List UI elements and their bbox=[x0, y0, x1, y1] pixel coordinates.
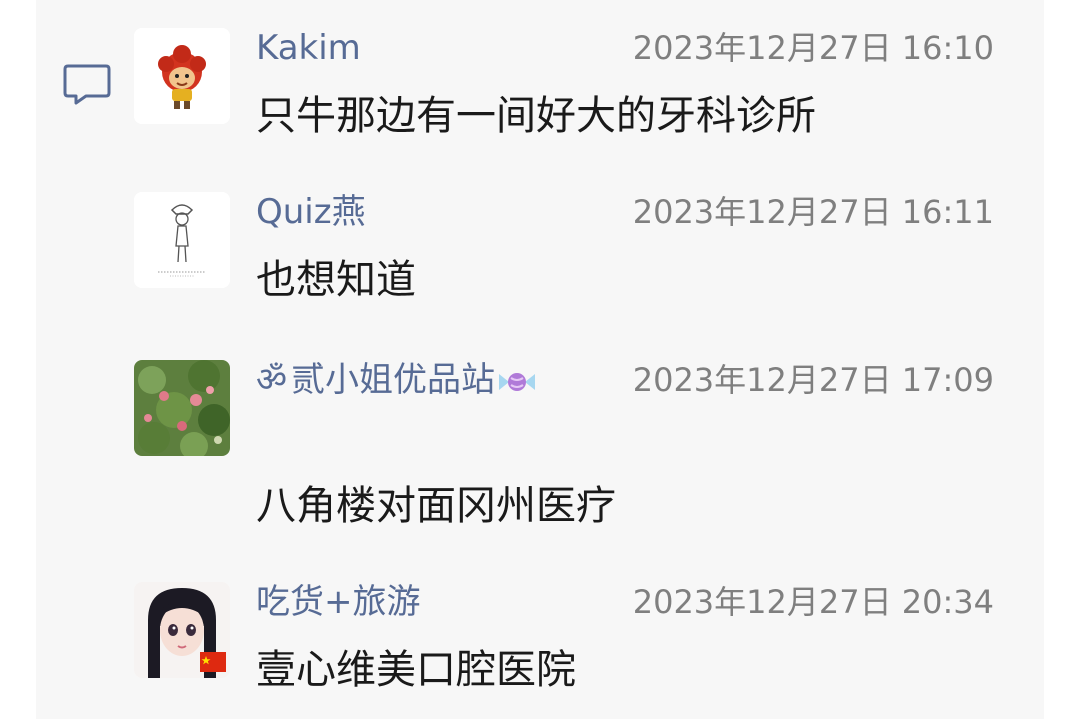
comment-item: Quiz燕 2023年12月27日 16:11 也想知道 bbox=[134, 192, 994, 303]
commenter-name[interactable]: Quiz燕 bbox=[256, 192, 366, 232]
om-symbol: ॐ bbox=[256, 360, 288, 400]
avatar[interactable] bbox=[134, 582, 230, 678]
commenter-name[interactable]: 吃货+旅游 bbox=[256, 582, 421, 622]
comment-text: 也想知道 bbox=[256, 257, 416, 303]
commenter-name-text: 贰小姐优品站 bbox=[291, 360, 496, 400]
comment-timestamp: 2023年12月27日 17:09 bbox=[632, 361, 994, 399]
comment-timestamp: 2023年12月27日 16:10 bbox=[632, 29, 994, 67]
flowers-photo-avatar-icon bbox=[134, 360, 230, 456]
comment-timestamp: 2023年12月27日 20:34 bbox=[632, 583, 994, 621]
comment-text: 八角楼对面冈州医疗 bbox=[256, 483, 616, 529]
avatar[interactable] bbox=[134, 360, 230, 456]
anime-girl-avatar-icon bbox=[134, 582, 230, 678]
commenter-name[interactable]: ॐ 贰小姐优品站 bbox=[256, 360, 537, 400]
sketch-girl-avatar-icon bbox=[134, 192, 230, 288]
comment-bubble-icon bbox=[63, 64, 111, 105]
avatar[interactable] bbox=[134, 192, 230, 288]
avatar[interactable] bbox=[134, 28, 230, 124]
commenter-name[interactable]: Kakim bbox=[256, 28, 361, 68]
cartoon-avatar-icon bbox=[134, 28, 230, 124]
comment-item: ॐ 贰小姐优品站 2023年12月27日 17:09 八角楼对面冈州医疗 bbox=[134, 360, 994, 540]
comment-text: 壹心维美口腔医院 bbox=[256, 647, 576, 693]
comment-timestamp: 2023年12月27日 16:11 bbox=[632, 193, 994, 231]
comment-text: 只牛那边有一间好大的牙科诊所 bbox=[256, 93, 816, 139]
comment-item: 吃货+旅游 2023年12月27日 20:34 壹心维美口腔医院 bbox=[134, 582, 994, 702]
candy-emoji-icon bbox=[499, 372, 536, 391]
comment-item: Kakim 2023年12月27日 16:10 只牛那边有一间好大的牙科诊所 bbox=[134, 28, 994, 139]
